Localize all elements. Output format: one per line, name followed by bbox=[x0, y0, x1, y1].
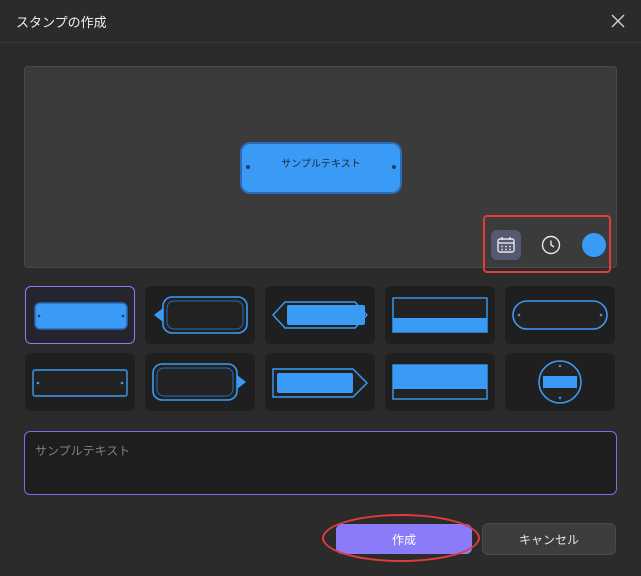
stamp-style-preview bbox=[32, 369, 128, 397]
cancel-button[interactable]: キャンセル bbox=[482, 523, 616, 555]
stamp-style-preview bbox=[152, 363, 246, 401]
stamp-style-preview bbox=[512, 300, 608, 330]
stamp-text-input[interactable] bbox=[24, 431, 617, 495]
stamp-style-preview bbox=[272, 301, 368, 329]
stamp-style-arrow-right-filled[interactable] bbox=[265, 353, 375, 411]
stamp-style-preview bbox=[272, 368, 368, 398]
stamp-style-banner-bottom-filled[interactable] bbox=[385, 286, 495, 344]
dialog-title: スタンプの作成 bbox=[16, 16, 107, 31]
stamp-style-pill-outline[interactable] bbox=[505, 286, 615, 344]
preview-stamp-text: サンプルテキスト bbox=[281, 159, 361, 170]
stamp-style-tag-left-arrow[interactable] bbox=[145, 286, 255, 344]
calendar-icon bbox=[497, 237, 515, 253]
insert-time-button[interactable] bbox=[536, 230, 566, 260]
stamp-style-preview bbox=[392, 364, 488, 400]
dialog-titlebar: スタンプの作成 bbox=[0, 0, 641, 43]
clock-icon bbox=[541, 235, 561, 255]
stamp-style-circle-badge[interactable] bbox=[505, 353, 615, 411]
stamp-style-banner-top-filled[interactable] bbox=[385, 353, 495, 411]
stamp-style-preview bbox=[154, 296, 248, 334]
preview-stamp: サンプルテキスト bbox=[240, 142, 402, 194]
close-icon[interactable] bbox=[609, 12, 627, 30]
stamp-style-rect-outline-dots[interactable] bbox=[25, 353, 135, 411]
stamp-style-preview bbox=[392, 297, 488, 333]
stamp-tools-highlight bbox=[483, 215, 611, 273]
stamp-color-picker[interactable] bbox=[582, 233, 606, 257]
stamp-style-double-arrow-filled[interactable] bbox=[265, 286, 375, 344]
insert-date-button[interactable] bbox=[491, 230, 521, 260]
stamp-style-tag-right-arrow[interactable] bbox=[145, 353, 255, 411]
stamp-style-preview bbox=[538, 360, 582, 404]
create-button[interactable]: 作成 bbox=[336, 524, 472, 554]
stamp-style-preview bbox=[34, 302, 128, 330]
stamp-style-rounded-rect-filled[interactable] bbox=[25, 286, 135, 344]
create-stamp-dialog: スタンプの作成 サンプルテキスト サンプルテキスト 作成 キャンセル bbox=[0, 0, 641, 576]
